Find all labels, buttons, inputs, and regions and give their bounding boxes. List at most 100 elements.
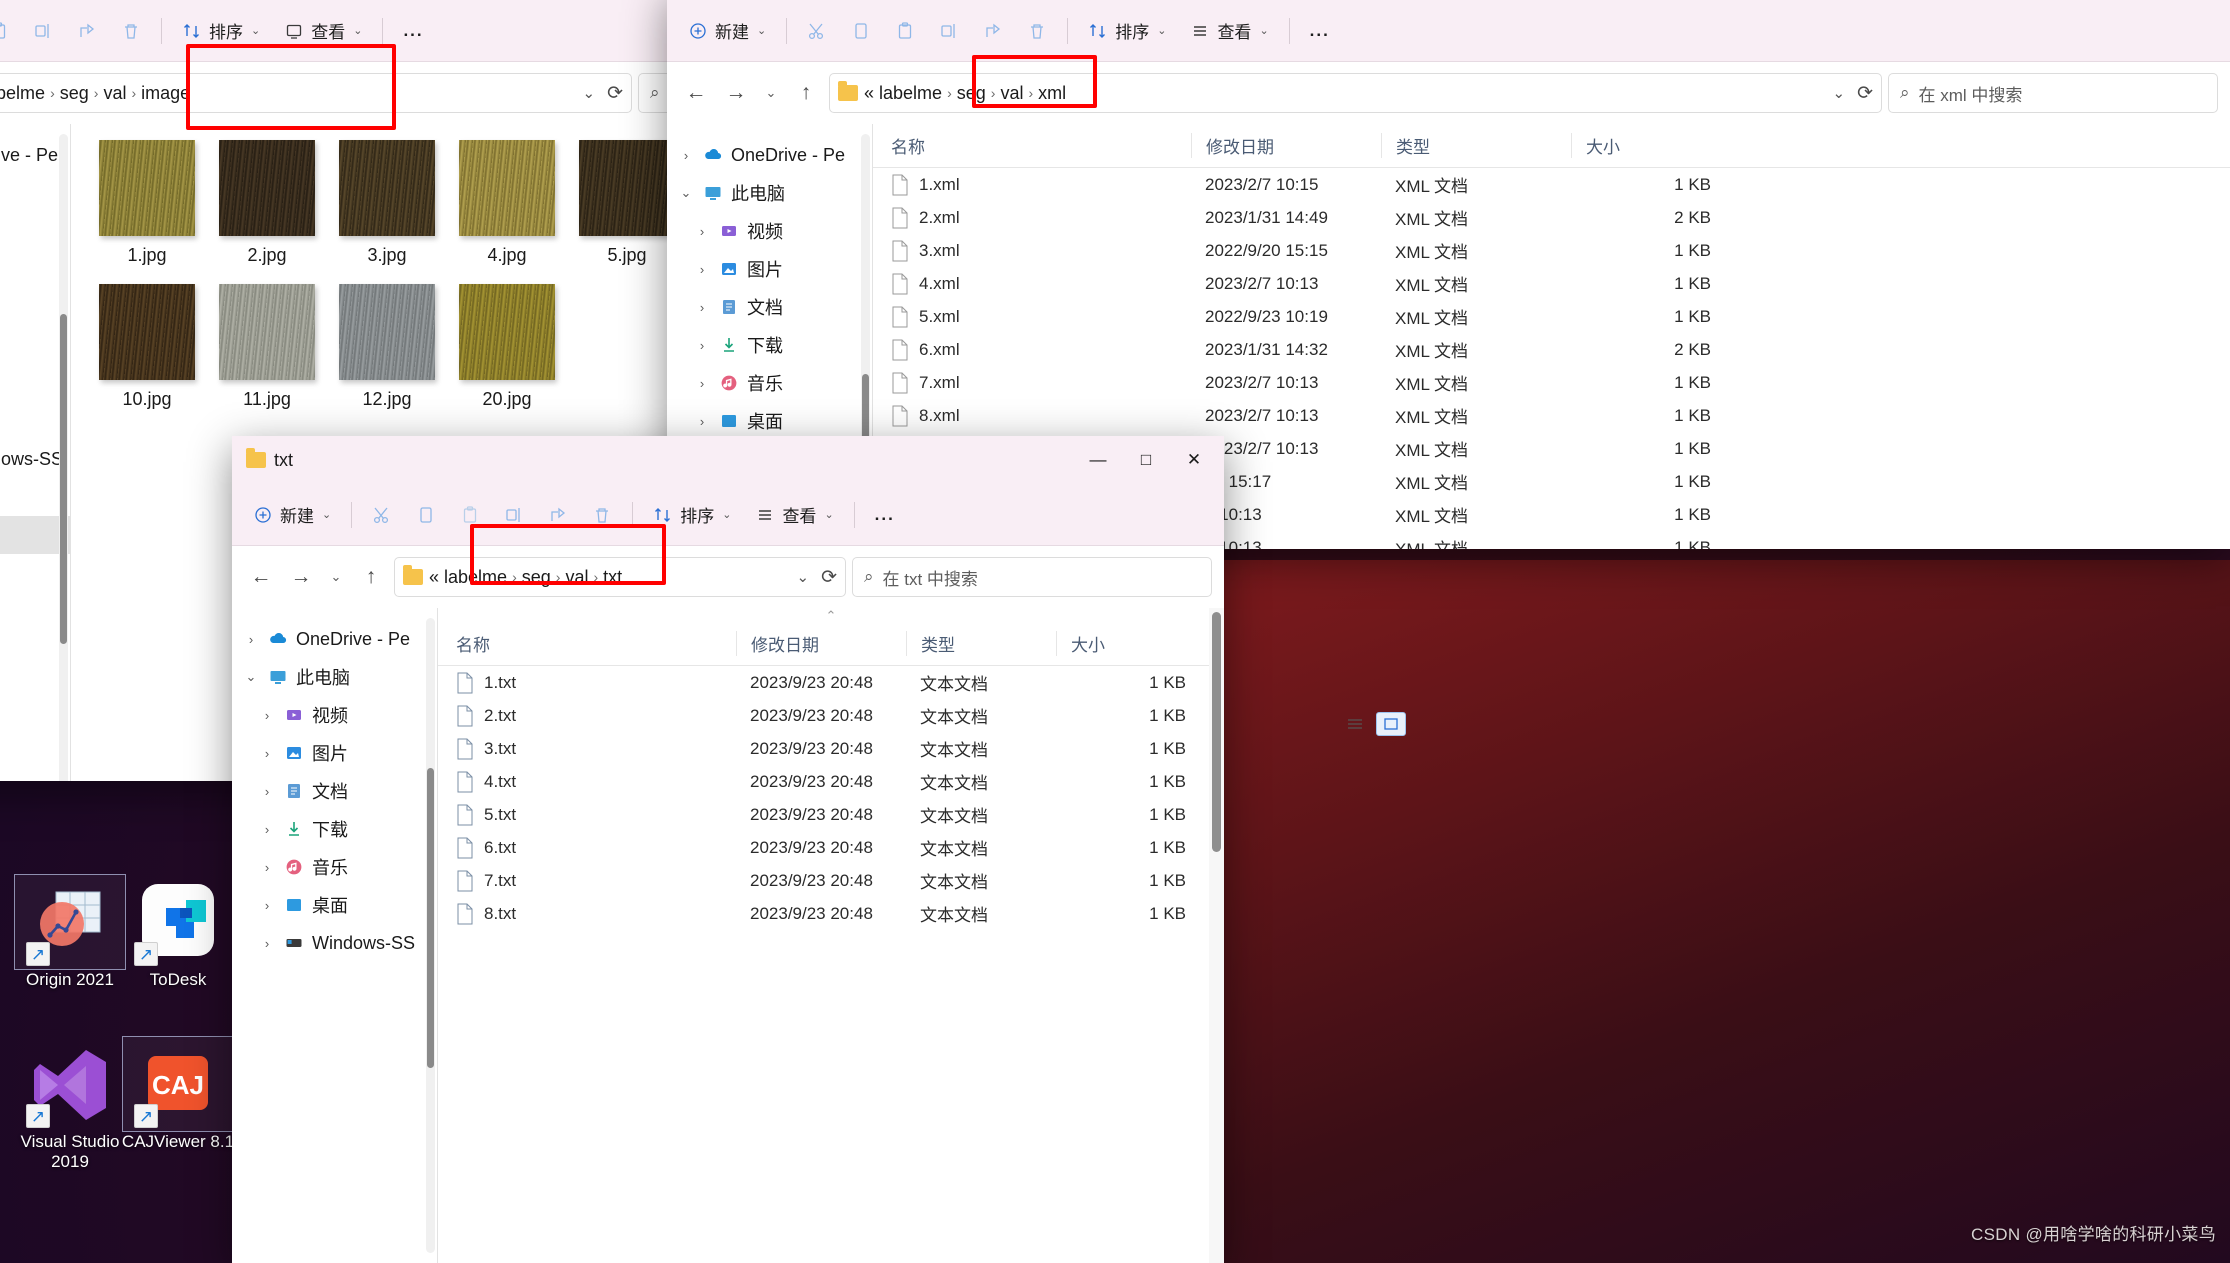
- desktop-icon-origin[interactable]: ↗ Origin 2021: [10, 874, 130, 990]
- chevron-down-icon[interactable]: ⌄: [797, 568, 810, 586]
- paste-button[interactable]: [449, 495, 491, 535]
- rename-button[interactable]: [493, 495, 535, 535]
- breadcrumb-overflow[interactable]: «: [864, 83, 874, 104]
- table-row[interactable]: 3.txt 2023/9/23 20:48 文本文档 1 KB: [438, 732, 1224, 765]
- chevron-right-icon[interactable]: ›: [258, 822, 276, 837]
- chevron-down-icon[interactable]: ⌄: [583, 84, 596, 102]
- table-row[interactable]: 6.txt 2023/9/23 20:48 文本文档 1 KB: [438, 831, 1224, 864]
- nav-item-desktop[interactable]: › 桌面: [667, 402, 872, 440]
- minimize-button[interactable]: —: [1074, 437, 1122, 483]
- paste-button[interactable]: [884, 11, 926, 51]
- chevron-right-icon[interactable]: ›: [693, 262, 711, 277]
- refresh-icon[interactable]: ⟳: [607, 82, 623, 105]
- more-options-button[interactable]: ...: [392, 11, 434, 51]
- nav-pane-image[interactable]: › OneDrive - Pe ⌄ 此电脑 › 视频 › 图片 ›: [0, 124, 70, 781]
- table-row[interactable]: 8.txt 2023/9/23 20:48 文本文档 1 KB: [438, 897, 1224, 930]
- paste-button[interactable]: [0, 11, 20, 51]
- view-button[interactable]: 查看 ⌄: [744, 495, 844, 535]
- nav-pane-scrollbar[interactable]: [426, 618, 435, 1253]
- recent-locations-button[interactable]: ⌄: [324, 560, 348, 594]
- delete-button[interactable]: [1016, 11, 1058, 51]
- breadcrumb-image[interactable]: image: [141, 83, 190, 104]
- column-header-size[interactable]: 大小: [1056, 631, 1186, 656]
- table-row[interactable]: 7.xml 2023/2/7 10:13 XML 文档 1 KB: [873, 366, 2230, 399]
- address-bar-txt[interactable]: « labelme › seg › val › txt ⌄ ⟳: [394, 557, 846, 597]
- nav-item-documents[interactable]: › 文档: [667, 288, 872, 326]
- sort-button[interactable]: 排序 ⌄: [1077, 11, 1177, 51]
- refresh-icon[interactable]: ⟳: [1857, 82, 1873, 105]
- recent-locations-button[interactable]: ⌄: [759, 76, 783, 110]
- chevron-right-icon[interactable]: ›: [258, 746, 276, 761]
- new-button[interactable]: 新建 ⌄: [677, 11, 777, 51]
- desktop-icon-todesk[interactable]: ↗ ToDesk: [118, 880, 238, 990]
- breadcrumb-seg[interactable]: seg: [957, 83, 986, 104]
- nav-item-music[interactable]: › 音乐: [667, 364, 872, 402]
- breadcrumb-val[interactable]: val: [565, 567, 588, 588]
- breadcrumb-labelme[interactable]: labelme: [879, 83, 942, 104]
- nav-item-pictures[interactable]: › 图片: [667, 250, 872, 288]
- thumbnail-item[interactable]: 12.jpg: [329, 284, 445, 410]
- view-button[interactable]: 查看 ⌄: [1179, 11, 1279, 51]
- copy-button[interactable]: [840, 11, 882, 51]
- table-row[interactable]: 2.xml 2023/1/31 14:49 XML 文档 2 KB: [873, 201, 2230, 234]
- column-header-name[interactable]: 名称: [456, 631, 736, 656]
- thumbnail-item[interactable]: 20.jpg: [449, 284, 565, 410]
- new-button[interactable]: 新建 ⌄: [242, 495, 342, 535]
- chevron-right-icon[interactable]: ›: [693, 414, 711, 429]
- breadcrumb-seg[interactable]: seg: [60, 83, 89, 104]
- share-button[interactable]: [972, 11, 1014, 51]
- nav-item-music[interactable]: › 音乐: [232, 848, 437, 886]
- nav-item-documents[interactable]: › 文档: [232, 772, 437, 810]
- more-options-button[interactable]: ...: [1299, 11, 1341, 51]
- nav-item-desktop[interactable]: › 桌面: [232, 886, 437, 924]
- chevron-right-icon[interactable]: ›: [693, 224, 711, 239]
- column-header-name[interactable]: 名称: [891, 133, 1191, 158]
- table-row[interactable]: 5.txt 2023/9/23 20:48 文本文档 1 KB: [438, 798, 1224, 831]
- chevron-down-icon[interactable]: ⌄: [1833, 84, 1846, 102]
- nav-item-onedrive[interactable]: › OneDrive - Pe: [232, 620, 437, 658]
- desktop-icon-visual-studio[interactable]: ↗ Visual Studio 2019: [10, 1042, 130, 1171]
- address-bar-image[interactable]: « labelme › seg › val › image ⌄ ⟳: [0, 73, 632, 113]
- table-row[interactable]: 8.xml 2023/2/7 10:13 XML 文档 1 KB: [873, 399, 2230, 432]
- column-header-date[interactable]: 修改日期: [1191, 133, 1381, 158]
- nav-item-downloads[interactable]: › 下载: [667, 326, 872, 364]
- breadcrumb-overflow[interactable]: «: [429, 567, 439, 588]
- sort-button[interactable]: 排序 ⌄: [642, 495, 742, 535]
- chevron-down-icon[interactable]: ⌄: [677, 185, 695, 201]
- thumbnail-item[interactable]: 1.jpg: [89, 140, 205, 266]
- nav-item-downloads[interactable]: › 下载: [232, 810, 437, 848]
- nav-pane-txt[interactable]: › OneDrive - Pe ⌄ 此电脑 › 视频 › 图片 › 文档 › 下…: [232, 608, 437, 1263]
- table-row[interactable]: 1.txt 2023/9/23 20:48 文本文档 1 KB: [438, 666, 1224, 699]
- cut-button[interactable]: [361, 495, 403, 535]
- table-row[interactable]: 6.xml 2023/1/31 14:32 XML 文档 2 KB: [873, 333, 2230, 366]
- breadcrumb-val[interactable]: val: [103, 83, 126, 104]
- chevron-right-icon[interactable]: ›: [693, 300, 711, 315]
- file-list-txt[interactable]: ⌃ 名称 修改日期 类型 大小 1.txt 2023/9/23 20:48 文本文档…: [438, 608, 1224, 1263]
- table-row[interactable]: 1.xml 2023/2/7 10:15 XML 文档 1 KB: [873, 168, 2230, 201]
- search-input-txt[interactable]: ⌕ 在 txt 中搜索: [852, 557, 1212, 597]
- thumbnail-item[interactable]: 10.jpg: [89, 284, 205, 410]
- large-icons-view-button[interactable]: [1376, 712, 1406, 736]
- chevron-right-icon[interactable]: ›: [258, 936, 276, 951]
- nav-item-windows-ssd[interactable]: › Windows-SS: [232, 924, 437, 962]
- nav-item-pictures[interactable]: › 图片: [232, 734, 437, 772]
- file-list-scrollbar-txt[interactable]: [1209, 608, 1224, 1263]
- thumbnail-item[interactable]: 4.jpg: [449, 140, 565, 266]
- chevron-down-icon[interactable]: ⌄: [242, 669, 260, 685]
- table-row[interactable]: 3.xml 2022/9/20 15:15 XML 文档 1 KB: [873, 234, 2230, 267]
- search-input-xml[interactable]: ⌕ 在 xml 中搜索: [1888, 73, 2218, 113]
- up-button[interactable]: ↑: [354, 560, 388, 594]
- column-header-type[interactable]: 类型: [1381, 133, 1571, 158]
- back-button[interactable]: ←: [244, 560, 278, 594]
- refresh-icon[interactable]: ⟳: [821, 566, 837, 589]
- table-row[interactable]: 4.xml 2023/2/7 10:13 XML 文档 1 KB: [873, 267, 2230, 300]
- delete-button[interactable]: [110, 11, 152, 51]
- chevron-right-icon[interactable]: ›: [242, 632, 260, 647]
- nav-item-this-pc[interactable]: ⌄ 此电脑: [667, 174, 872, 212]
- thumbnail-item[interactable]: 11.jpg: [209, 284, 325, 410]
- chevron-right-icon[interactable]: ›: [258, 860, 276, 875]
- more-options-button[interactable]: ...: [864, 495, 906, 535]
- back-button[interactable]: ←: [679, 76, 713, 110]
- thumbnail-item[interactable]: 2.jpg: [209, 140, 325, 266]
- share-button[interactable]: [537, 495, 579, 535]
